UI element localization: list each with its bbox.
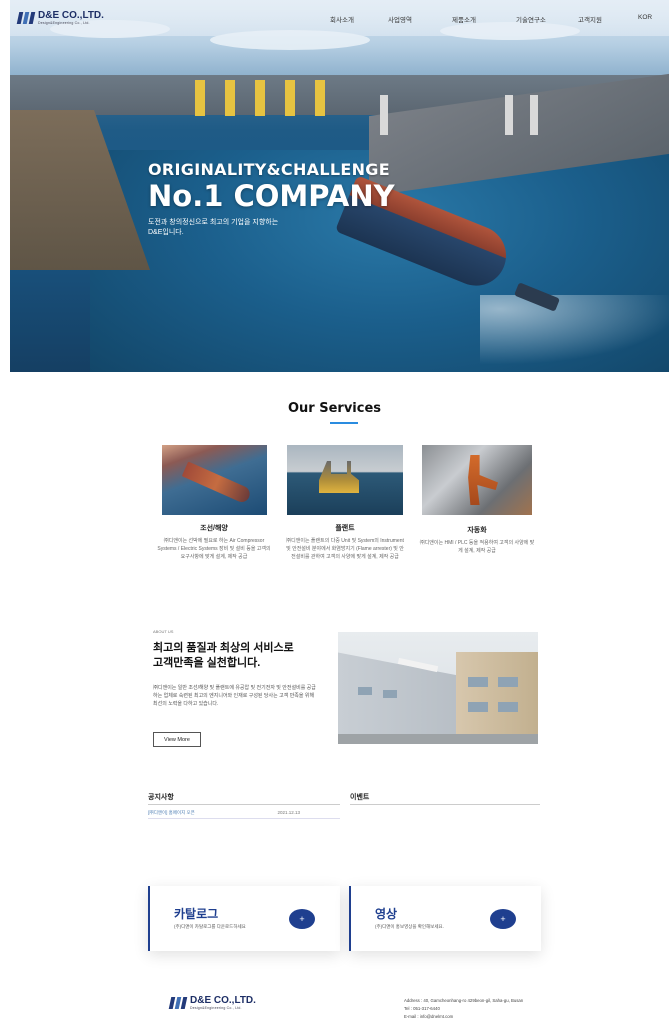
service-image-shipbuilding xyxy=(161,445,267,515)
crane xyxy=(380,95,388,135)
plus-icon[interactable]: + xyxy=(490,909,516,929)
service-image-plant xyxy=(287,445,403,515)
hero-text: ORIGINALITY&CHALLENGE No.1 COMPANY 도전과 창… xyxy=(148,160,395,238)
main-nav: 회사소개 사업영역 제품소개 기술연구소 고객지원 KOR xyxy=(330,14,652,24)
notice-board-title[interactable]: 공지사항 xyxy=(148,792,174,802)
page: ORIGINALITY&CHALLENGE No.1 COMPANY 도전과 창… xyxy=(0,0,669,1028)
event-board-title[interactable]: 이벤트 xyxy=(350,792,369,802)
service-title: 플랜트 xyxy=(335,525,355,532)
hero-banner: ORIGINALITY&CHALLENGE No.1 COMPANY 도전과 창… xyxy=(10,0,669,372)
about-description: ㈜디앤이는 일반 조선/해양 및 플랜트에 유공압 및 전기전자 및 안전설비를… xyxy=(153,685,316,707)
service-title: 조선/해양 xyxy=(200,525,228,532)
logo[interactable]: D&E CO.,LTD. Design&Engineering Co., Ltd… xyxy=(16,10,104,25)
card-accent-bar xyxy=(349,886,351,951)
video-card[interactable]: 영상 (주)디앤이 홍보영상을 확인해보세요. + xyxy=(349,886,541,951)
service-desc: ㈜디앤이는 선박에 필요로 하는 Air Compressor Systems … xyxy=(157,538,271,560)
nav-item-language[interactable]: KOR xyxy=(638,14,652,24)
crane xyxy=(285,80,295,116)
plus-icon[interactable]: + xyxy=(289,909,315,929)
card-title: 영상 xyxy=(375,907,398,921)
site-header: D&E CO.,LTD. Design&Engineering Co., Ltd… xyxy=(10,0,669,36)
crane xyxy=(315,80,325,116)
about-label: ABOUT US xyxy=(153,629,174,634)
hero-subtitle: 도전과 창의정신으로 최고의 기업을 지향하는 D&E입니다. xyxy=(148,218,298,238)
service-title: 자동화 xyxy=(467,527,487,534)
about-title-line-2: 고객만족을 실천합니다. xyxy=(153,657,261,669)
crane xyxy=(505,95,513,135)
footer-logo[interactable]: D&E CO.,LTD. Design&Engineering Co., Ltd… xyxy=(168,995,256,1010)
service-card-plant[interactable]: 플랜트 ㈜디앤이는 플랜트의 다중 Unit 및 System의 Instrum… xyxy=(286,445,404,561)
logo-tagline: Design&Engineering Co., Ltd. xyxy=(38,21,90,25)
nav-item-research[interactable]: 기술연구소 xyxy=(516,14,578,24)
notice-title[interactable]: [㈜디앤이] 홈페이지 오픈 xyxy=(148,810,195,816)
crane xyxy=(225,80,235,116)
event-divider xyxy=(350,804,540,805)
footer-logo-name: D&E CO.,LTD. xyxy=(190,995,256,1006)
crane xyxy=(530,95,538,135)
nav-item-support[interactable]: 고객지원 xyxy=(578,14,638,24)
card-title: 카탈로그 xyxy=(174,907,219,921)
logo-mark-icon xyxy=(16,12,36,24)
service-desc: ㈜디앤이는 HMI / PLC 등을 적용하여 고객의 사양에 맞게 설계, 제… xyxy=(419,540,535,554)
card-accent-bar xyxy=(148,886,150,951)
company-building-image xyxy=(338,632,538,744)
service-card-shipbuilding[interactable]: 조선/해양 ㈜디앤이는 선박에 필요로 하는 Air Compressor Sy… xyxy=(155,445,273,561)
services-title: Our Services xyxy=(287,401,382,416)
catalog-card[interactable]: 카탈로그 (주)디앤이 카탈로그를 다운로드하세요 + xyxy=(148,886,340,951)
crane xyxy=(195,80,205,116)
service-image-automation xyxy=(422,445,532,515)
notice-row-divider xyxy=(148,818,340,819)
notice-date: 2021.12.13 xyxy=(277,810,300,815)
crane xyxy=(255,80,265,116)
footer-logo-tagline: Design&Engineering Co., Ltd. xyxy=(190,1006,242,1010)
footer-tel: Tel : 051-317-6440 xyxy=(404,1006,440,1011)
about-title-line-1: 최고의 품질과 최상의 서비스로 xyxy=(153,642,294,654)
service-desc: ㈜디앤이는 플랜트의 다중 Unit 및 System의 Instrument … xyxy=(286,538,404,560)
hero-headline-2: No.1 COMPANY xyxy=(148,179,395,213)
hero-headline-1: ORIGINALITY&CHALLENGE xyxy=(148,160,390,179)
ship-wake xyxy=(480,295,669,365)
view-more-button[interactable]: View More xyxy=(153,732,201,747)
nav-item-company[interactable]: 회사소개 xyxy=(330,14,388,24)
logo-name: D&E CO.,LTD. xyxy=(38,10,104,21)
nav-item-business[interactable]: 사업영역 xyxy=(388,14,452,24)
service-card-automation[interactable]: 자동화 ㈜디앤이는 HMI / PLC 등을 적용하여 고객의 사양에 맞게 설… xyxy=(418,445,536,555)
card-desc: (주)디앤이 홍보영상을 확인해보세요. xyxy=(375,924,444,929)
about-title: 최고의 품질과 최상의 서비스로 고객만족을 실천합니다. xyxy=(153,641,343,671)
hero-subtitle-line-1: 도전과 창의정신으로 최고의 기업을 지향하는 xyxy=(148,219,279,226)
footer-info: Address : 40, Gamcheonhang-ro 429beon-gi… xyxy=(404,997,523,1021)
hero-subtitle-line-2: D&E입니다. xyxy=(148,229,184,236)
logo-mark-icon xyxy=(168,997,188,1009)
notice-row[interactable]: [㈜디앤이] 홈페이지 오픈 2021.12.13 xyxy=(148,810,338,816)
nav-item-products[interactable]: 제품소개 xyxy=(452,14,516,24)
services-title-underline xyxy=(330,422,358,424)
card-desc: (주)디앤이 카탈로그를 다운로드하세요 xyxy=(174,924,246,929)
notice-divider xyxy=(148,804,340,805)
footer-address: Address : 40, Gamcheonhang-ro 429beon-gi… xyxy=(404,998,524,1003)
footer-email: E-mail : info@dnelmt.com xyxy=(404,1014,454,1019)
